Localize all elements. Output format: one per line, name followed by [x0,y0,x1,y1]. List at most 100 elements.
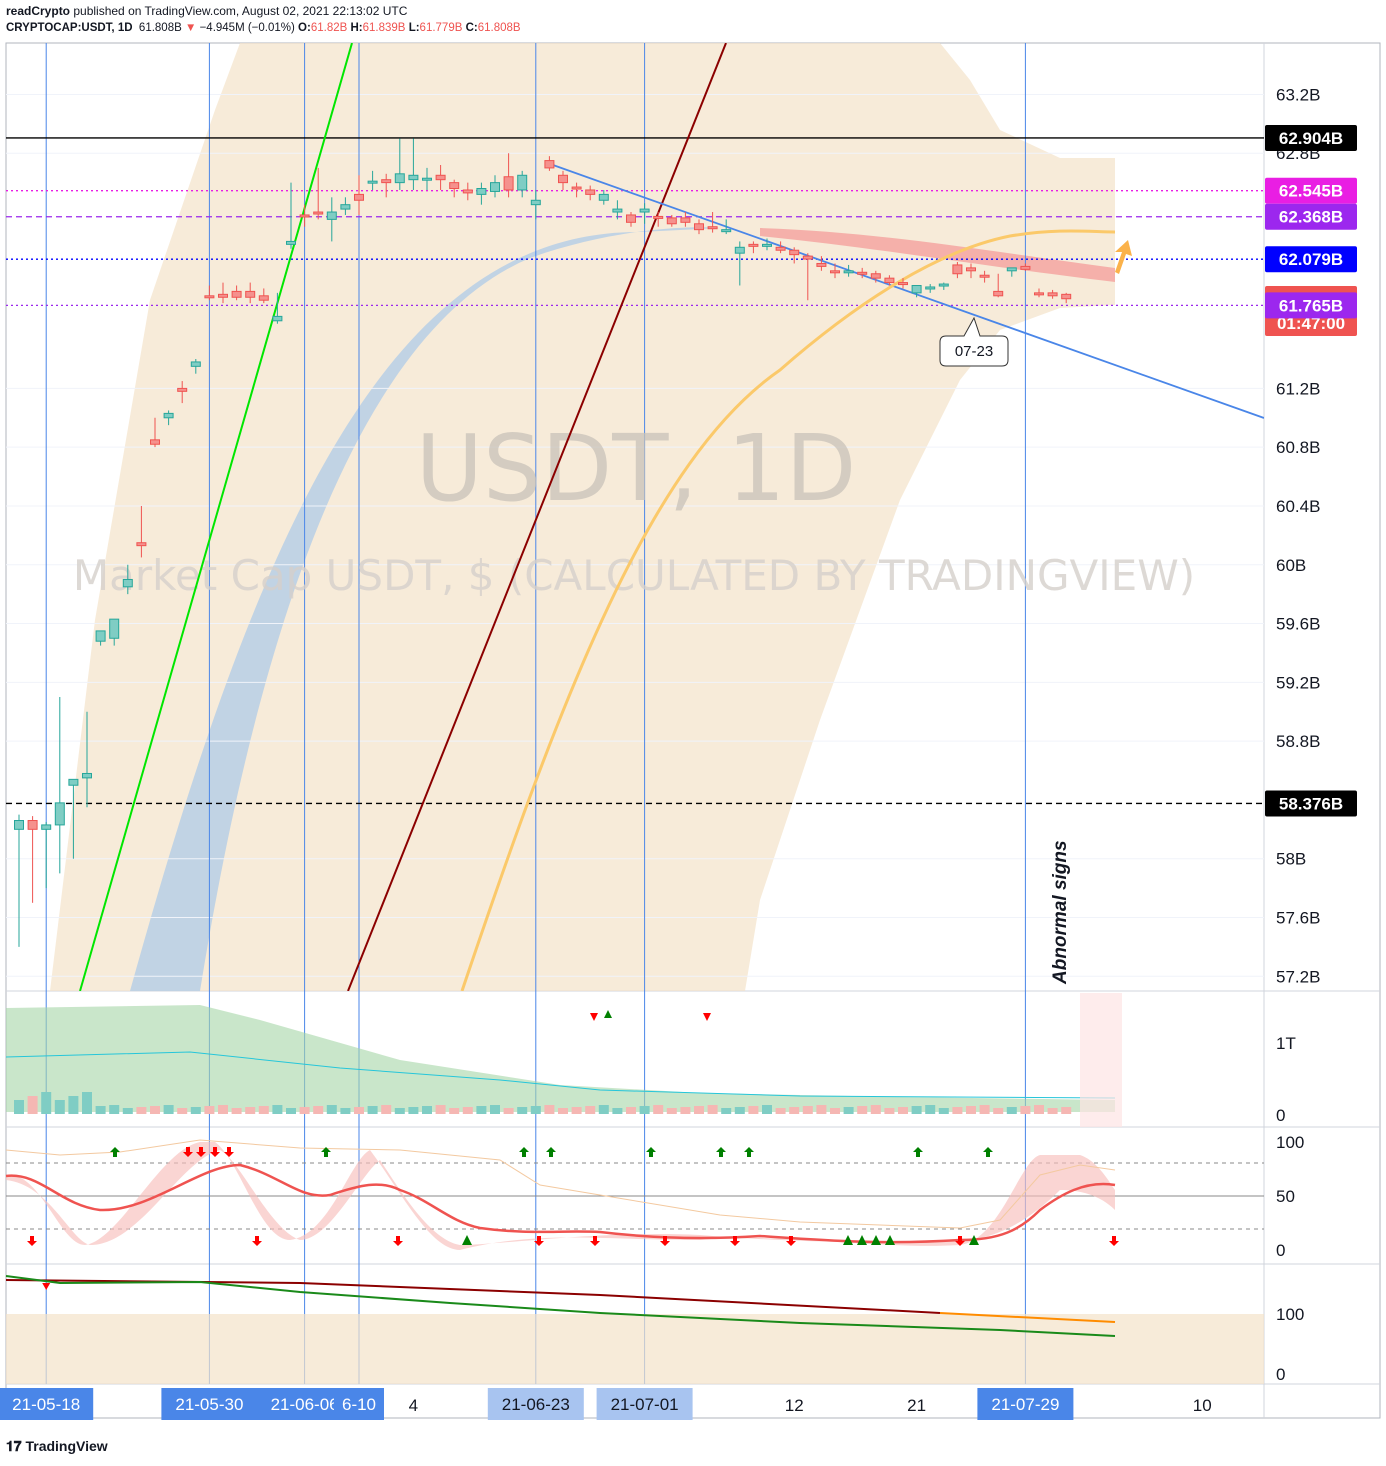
candle-body [326,211,337,220]
bottom-red-line [5,1279,941,1314]
candle-body [694,223,704,231]
candle-body [544,160,555,169]
candle-body [517,174,528,191]
bottom-axis-label: 0 [1276,1365,1285,1384]
volume-bar [163,1105,174,1114]
volume-bar [449,1108,460,1114]
volume-bar [979,1105,990,1114]
volume-bar [857,1106,868,1114]
candle-body [435,174,446,181]
candle-body [394,173,405,184]
volume-bar [966,1106,976,1114]
volume-bar [843,1107,854,1114]
candle-body [381,179,392,184]
volume-bar [258,1106,269,1114]
candle-body [122,578,133,588]
bottom-zone [6,1314,1264,1384]
signal-arrow-icon [519,1147,529,1157]
date-badge-text: 21-05-30 [175,1395,243,1414]
tradingview-logo: 𝟏𝟕 TradingView [6,1438,108,1455]
candle-body [558,174,568,184]
oscillator-axis-label: 100 [1276,1133,1304,1152]
candle-body [898,282,908,286]
volume-bar [394,1108,405,1114]
date-badge-text: 6-10 [342,1395,376,1414]
highlight-zone [1080,993,1122,1127]
signal-arrow-icon [871,1235,881,1245]
volume-bar [870,1105,881,1114]
volume-bar [231,1108,242,1114]
volume-bar [598,1105,609,1114]
candle-body [272,315,283,322]
volume-bar [544,1105,555,1114]
volume-bar [816,1105,827,1114]
date-badge: 21-06-23 [487,1388,584,1420]
volume-bar [898,1107,908,1114]
candle-body [218,293,228,298]
volume-bar [517,1107,528,1114]
y-tick-label: 59.6B [1276,615,1320,634]
volume-bar [326,1105,337,1114]
callout-text: 07-23 [955,343,993,360]
candle-body [911,285,922,294]
candle-body [789,249,800,256]
price-badge: 62.368B [1265,203,1357,230]
volume-bar [1061,1107,1072,1114]
volume-bar [340,1108,351,1114]
volume-bar [109,1105,120,1114]
candle-body [639,208,650,213]
candle-body [136,542,147,547]
volume-bar [462,1107,473,1114]
volume-bar [802,1106,813,1114]
candle-body [258,295,269,301]
volume-bar [530,1106,541,1114]
signal-arrow-icon [885,1235,895,1245]
candle-body [680,217,691,223]
date-badge: 21-07-29 [977,1388,1074,1420]
candle-body [1034,292,1044,296]
volume-bar [177,1108,188,1114]
y-tick-label: 63.2B [1276,85,1320,104]
volume-bar [82,1092,92,1114]
volume-bar [680,1107,691,1114]
signal-arrow-icon [646,1147,656,1157]
price-badge-text: 62.545B [1279,182,1343,201]
candle-body [734,246,745,254]
candle-body [721,229,732,233]
candle-body [503,176,514,191]
candle-body [925,286,936,290]
volume-bar [585,1106,596,1114]
candle-body [585,189,596,195]
volume-bar [54,1100,65,1114]
candle-body [476,188,487,195]
signal-arrow-icon [744,1147,754,1157]
y-tick-label: 58B [1276,850,1306,869]
date-badge-text: 21-07-01 [611,1395,679,1414]
date-badge: 21-05-18 [0,1388,94,1420]
candle-body [190,361,201,367]
x-tick-label: 21 [907,1396,926,1415]
date-badge-text: 21-06-23 [502,1395,570,1414]
y-tick-label: 60B [1276,556,1306,575]
volume-bar [639,1106,650,1114]
chart-area[interactable]: USDT, 1D Market Cap USDT, $ (CALCULATED … [0,0,1386,1466]
candle-body [367,180,378,184]
volume-bar [734,1107,745,1114]
signal-arrow-icon [703,1013,711,1021]
candle-body [422,177,432,181]
volume-bar [707,1105,718,1114]
volume-area [6,1005,1115,1112]
volume-bar [122,1108,133,1114]
signal-arrow-icon [42,1283,51,1290]
candle-body [41,824,52,830]
y-tick-label: 60.4B [1276,497,1320,516]
volume-bar [422,1106,432,1114]
signal-arrow-icon [590,1013,598,1021]
volume-bar [694,1106,704,1114]
date-badge-text: 21-05-18 [12,1395,80,1414]
y-tick-label: 59.2B [1276,673,1320,692]
candle-body [707,226,718,230]
candle-body [95,630,106,642]
candle-body [150,439,160,445]
volume-bar [367,1106,378,1114]
